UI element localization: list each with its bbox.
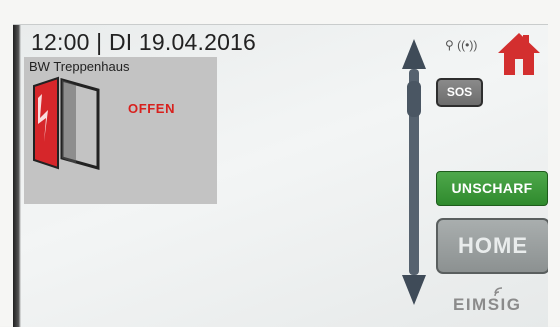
door-status-label: OFFEN xyxy=(128,101,176,116)
house-icon[interactable] xyxy=(497,31,541,77)
clock-date-display: 12:00 | DI 19.04.2016 xyxy=(31,29,256,56)
screen-edge-shadow xyxy=(13,25,21,327)
brand-logo: EIMSIG xyxy=(453,295,522,314)
status-icons: ⚲ ((•)) xyxy=(445,38,477,52)
clock-date: DI 19.04.2016 xyxy=(108,29,257,55)
unscharf-button[interactable]: UNSCHARF xyxy=(436,171,548,206)
door-tile-title: BW Treppenhaus xyxy=(29,59,130,74)
open-door-icon xyxy=(33,76,100,170)
scroll-thumb[interactable] xyxy=(407,81,421,117)
door-status-tile[interactable]: BW Treppenhaus OFFEN xyxy=(24,57,217,204)
scroll-down-arrow-icon[interactable] xyxy=(402,275,426,305)
clock-time: 12:00 xyxy=(31,29,90,55)
clock-separator: | xyxy=(96,29,103,55)
sos-button[interactable]: SOS xyxy=(436,78,483,107)
home-button[interactable]: HOME xyxy=(436,218,548,274)
scroll-up-arrow-icon[interactable] xyxy=(402,39,426,69)
usb-icon: ⚲ xyxy=(445,38,454,52)
vertical-scrollbar[interactable] xyxy=(401,39,427,305)
wireless-icon: ((•)) xyxy=(457,38,478,52)
touch-screen: 12:00 | DI 19.04.2016 BW Treppenhaus OFF… xyxy=(13,24,548,327)
